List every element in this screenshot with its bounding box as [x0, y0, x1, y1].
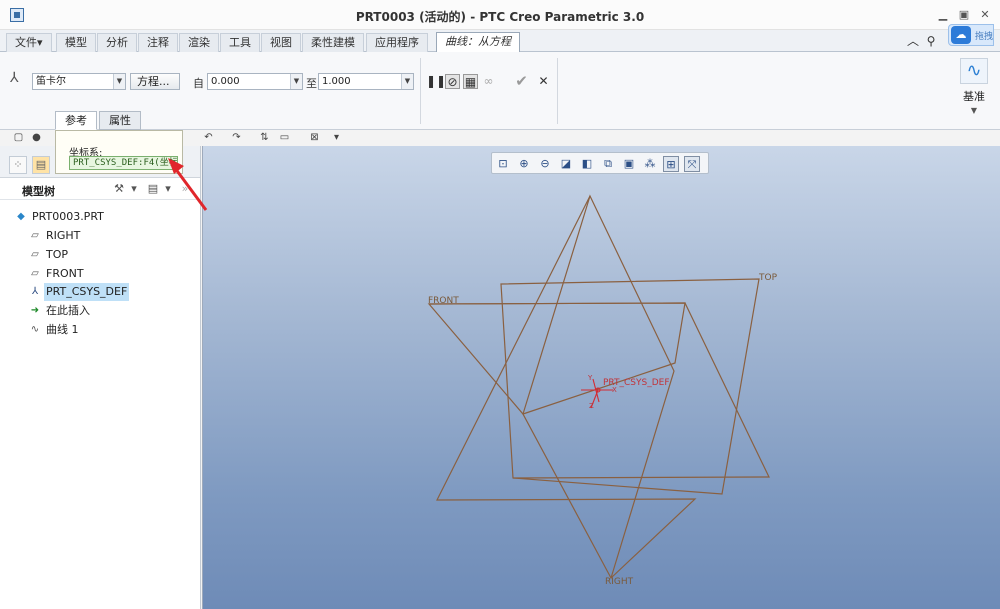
to-value: 1.000: [322, 76, 351, 87]
datum-plane-front: [427, 302, 686, 415]
tree-item-label: TOP: [46, 248, 69, 261]
regenerate-icon[interactable]: ⇅: [258, 131, 271, 144]
settings-tools-icon[interactable]: ⚒: [112, 182, 126, 196]
title-bar: PRT0003 (活动的) - PTC Creo Parametric 3.0 …: [0, 0, 1000, 30]
tab-annotate[interactable]: 注释: [138, 33, 178, 52]
preview-icon[interactable]: ▦: [463, 74, 478, 89]
coordinate-system-type-icon: ⅄: [10, 70, 19, 86]
csys-axis-x: X: [612, 386, 617, 394]
show-filter-icon[interactable]: ▤: [146, 182, 160, 196]
tree-item-label: PRT_CSYS_DEF: [44, 283, 130, 301]
tab-view[interactable]: 视图: [261, 33, 301, 52]
ribbon-tab-row: 文件▾ 模型 分析 注释 渲染 工具 视图 柔性建模 应用程序 曲线：从方程 ︿…: [0, 24, 1000, 52]
tab-analysis[interactable]: 分析: [97, 33, 137, 52]
tab-reference[interactable]: 参考: [55, 111, 97, 130]
equation-button[interactable]: 方程...: [130, 73, 180, 90]
model-tree-tab-icon[interactable]: ⁘: [9, 156, 27, 174]
divider: [557, 58, 558, 124]
cloud-drag-badge[interactable]: ☁ 拖拽: [948, 24, 994, 46]
cancel-x-icon[interactable]: ✕: [536, 74, 551, 89]
insert-arrow-icon: ➜: [30, 305, 40, 316]
windows-icon[interactable]: ▭: [278, 131, 291, 144]
window-title: PRT0003 (活动的) - PTC Creo Parametric 3.0: [355, 10, 645, 24]
tab-properties[interactable]: 属性: [99, 111, 141, 130]
search-icon[interactable]: ⚲: [924, 34, 938, 48]
tree-item-label: PRT0003.PRT: [32, 210, 104, 223]
to-label: 至: [306, 77, 317, 90]
datum-plane-icon: ▱: [31, 249, 39, 260]
customize-toolbar-icon[interactable]: ▾: [330, 131, 343, 144]
graphics-window[interactable]: ⊡ ⊕ ⊖ ◪ ◧ ⧉ ▣ ⁂ ⊞ ⤧ TOP FRONT RIGHT PRT_…: [202, 146, 1000, 609]
tab-applications[interactable]: 应用程序: [366, 33, 428, 52]
close-window-icon[interactable]: ⊠: [308, 131, 321, 144]
cloud-badge-label: 拖拽: [975, 32, 994, 42]
csys-axis-y: Y: [588, 374, 593, 382]
datum-label: 基准: [963, 90, 985, 103]
csys-icon: ⅄: [31, 286, 39, 297]
chevron-down-icon: ▼: [401, 74, 413, 89]
folder-browser-tab-icon[interactable]: ▤: [32, 156, 50, 174]
from-label: 自: [193, 77, 204, 90]
appearance-icon[interactable]: ●: [30, 131, 43, 144]
close-icon[interactable]: ✕: [978, 8, 992, 22]
minimize-icon[interactable]: ▁: [936, 8, 950, 22]
pause-icon[interactable]: ❚❚: [426, 74, 446, 89]
annotation-arrow: [168, 158, 208, 211]
tab-tools[interactable]: 工具: [220, 33, 260, 52]
csys-axis-z: Z: [589, 402, 594, 410]
coordinate-type-select[interactable]: 笛卡尔 ▼: [32, 73, 126, 90]
curve-icon: ∿: [30, 324, 40, 335]
tree-item-label: 在此插入: [46, 304, 90, 317]
tab-flexible-modeling[interactable]: 柔性建模: [302, 33, 364, 52]
tree-item-label: FRONT: [46, 267, 84, 280]
divider: [420, 58, 421, 124]
datum-group[interactable]: ∿ 基准 ▼: [950, 56, 998, 126]
tab-curve-from-equation[interactable]: 曲线：从方程: [436, 32, 520, 52]
verify-glasses-icon[interactable]: ∞: [481, 74, 496, 89]
coordinate-type-value: 笛卡尔: [36, 76, 66, 87]
plane-label-top[interactable]: TOP: [759, 273, 777, 283]
from-value-field[interactable]: 0.000 ▼: [207, 73, 303, 90]
tree-item-label: 曲线 1: [46, 323, 79, 336]
tab-render[interactable]: 渲染: [179, 33, 219, 52]
plane-label-front[interactable]: FRONT: [428, 296, 459, 306]
part-icon: ◆: [17, 211, 25, 222]
to-value-field[interactable]: 1.000 ▼: [318, 73, 414, 90]
chevron-down-icon: ▼: [970, 106, 978, 115]
plane-label-right[interactable]: RIGHT: [605, 577, 633, 587]
tab-file[interactable]: 文件▾: [6, 33, 52, 52]
model-tree-title: 模型树: [22, 185, 55, 198]
chevron-down-icon: ▼: [290, 74, 302, 89]
from-value: 0.000: [211, 76, 240, 87]
sketch-curve-icon: ∿: [960, 58, 988, 84]
ok-check-icon[interactable]: ✔: [514, 74, 529, 89]
tab-model[interactable]: 模型: [56, 33, 96, 52]
ribbon: ⅄ 笛卡尔 ▼ 方程... 自 0.000 ▼ 至 1.000 ▼ ❚❚ ⊘ ▦…: [0, 52, 1000, 130]
redo-icon[interactable]: ↷: [230, 131, 243, 144]
datum-plane-icon: ▱: [31, 268, 39, 279]
maximize-icon[interactable]: ▣: [957, 8, 971, 22]
chevron-down-icon[interactable]: ▾: [127, 182, 141, 196]
collapse-ribbon-icon[interactable]: ︿: [906, 34, 920, 48]
datum-plane-icon: ▱: [31, 230, 39, 241]
undo-icon[interactable]: ↶: [202, 131, 215, 144]
chevron-down-icon: ▼: [113, 74, 125, 89]
cloud-icon: ☁: [951, 26, 971, 44]
tree-item-label: RIGHT: [46, 229, 81, 242]
quick-access: ︿ ⚲ ☁ 拖拽: [904, 24, 994, 52]
new-file-icon[interactable]: ▢: [12, 131, 25, 144]
no-preview-icon[interactable]: ⊘: [445, 74, 460, 89]
model-view: [427, 194, 770, 580]
